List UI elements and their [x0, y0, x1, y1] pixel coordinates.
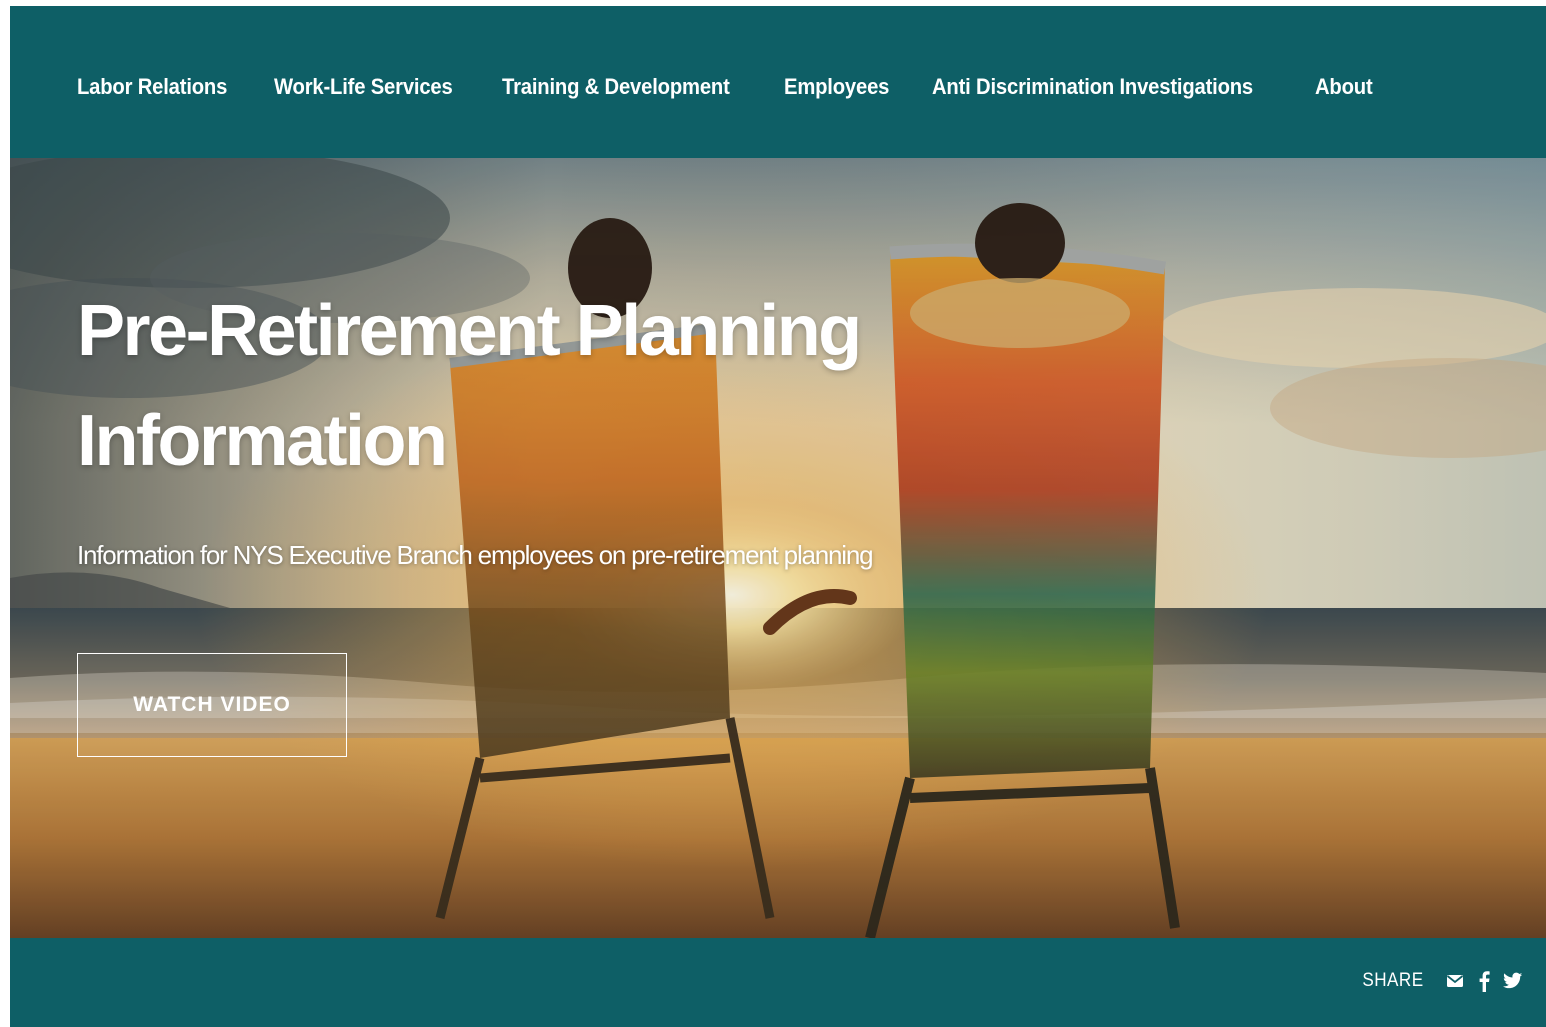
nav-item-labor-relations[interactable]: Labor Relations [77, 74, 227, 100]
nav-item-anti-discrimination-investigations[interactable]: Anti Discrimination Investigations [932, 74, 1253, 100]
share-bar: SHARE [1359, 970, 1524, 992]
hero-banner: Pre-Retirement Planning Information Info… [10, 158, 1546, 938]
facebook-icon[interactable] [1473, 970, 1495, 992]
hero-title-line-2: Information [77, 401, 448, 481]
footer-bar: SHARE [10, 938, 1546, 1027]
nav-item-training-development[interactable]: Training & Development [502, 74, 730, 100]
top-navigation: Labor Relations Work-Life Services Train… [10, 6, 1546, 158]
nav-item-work-life-services[interactable]: Work-Life Services [274, 74, 453, 100]
twitter-icon[interactable] [1502, 970, 1524, 992]
share-label: SHARE [1362, 970, 1424, 991]
hero-title: Pre-Retirement Planning Information [77, 276, 877, 496]
nav-item-employees[interactable]: Employees [784, 74, 889, 100]
watch-video-button[interactable]: WATCH VIDEO [77, 653, 347, 757]
envelope-icon[interactable] [1444, 970, 1466, 992]
page-frame: Labor Relations Work-Life Services Train… [10, 6, 1546, 1027]
nav-item-about[interactable]: About [1315, 74, 1373, 100]
hero-title-line-1: Pre-Retirement Planning [77, 291, 862, 371]
hero-subtitle: Information for NYS Executive Branch emp… [77, 540, 874, 570]
nav-list: Labor Relations Work-Life Services Train… [77, 74, 1412, 100]
hero-content: Pre-Retirement Planning Information Info… [77, 158, 977, 938]
